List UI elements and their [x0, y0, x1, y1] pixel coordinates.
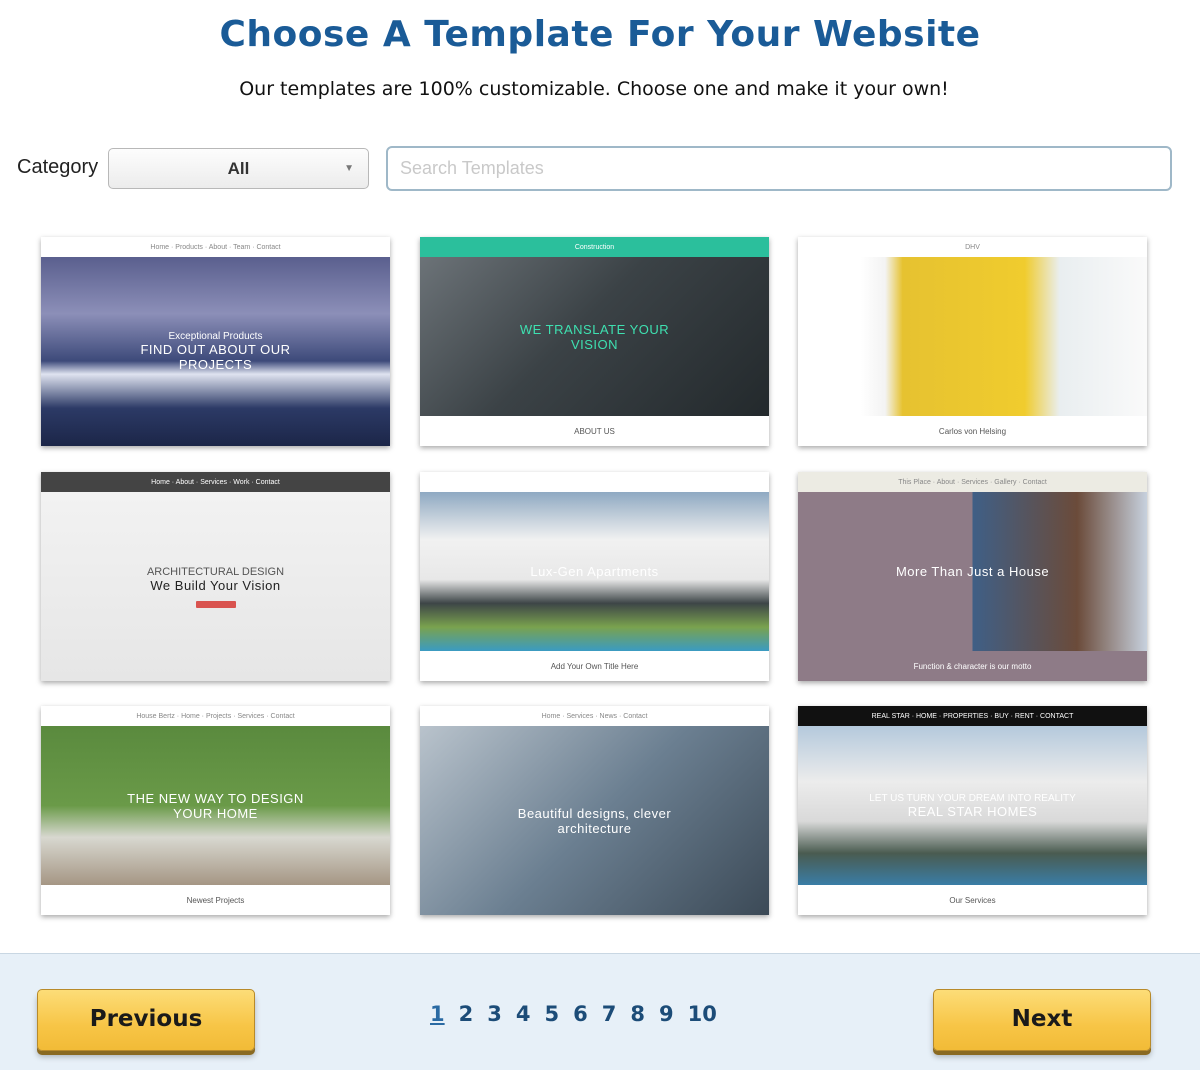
template-cta [195, 600, 236, 608]
template-nav-text: This Place · About · Services · Gallery … [898, 478, 1047, 486]
search-input[interactable] [386, 146, 1172, 191]
template-heading: FIND OUT ABOUT OUR PROJECTS [140, 342, 291, 372]
template-card[interactable]: Home · Services · News · Contact Beautif… [420, 706, 769, 915]
template-nav-text: Home · Products · About · Team · Contact [150, 243, 281, 251]
category-value: All [227, 159, 250, 178]
chevron-down-icon: ▼ [344, 163, 354, 174]
template-footer-text: ABOUT US [420, 416, 769, 446]
template-heading: WE TRANSLATE YOUR VISION [519, 321, 670, 352]
pagination-bar: Previous 1 2 3 4 5 6 7 8 9 10 Next [0, 953, 1200, 1070]
template-preview: LET US TURN YOUR DREAM INTO REALITY REAL… [798, 726, 1147, 885]
template-nav: Home · Products · About · Team · Contact [41, 237, 390, 257]
template-footer-text: Our Services [798, 885, 1147, 915]
template-heading: THE NEW WAY TO DESIGN YOUR HOME [127, 790, 304, 821]
template-card[interactable]: Construction WE TRANSLATE YOUR VISION AB… [420, 237, 769, 446]
template-preview: More Than Just a House [798, 492, 1147, 651]
page-link[interactable]: 7 [602, 1002, 617, 1026]
category-select[interactable]: All ▼ [108, 148, 369, 189]
template-card[interactable]: Home · About · Services · Work · Contact… [41, 472, 390, 681]
template-nav: House Bertz · Home · Projects · Services… [41, 706, 390, 726]
page-title: Choose A Template For Your Website [219, 14, 981, 55]
template-nav: Construction [420, 237, 769, 257]
previous-button[interactable]: Previous [37, 989, 255, 1051]
template-preview: WE TRANSLATE YOUR VISION [420, 257, 769, 416]
template-nav: REAL STAR · HOME · PROPERTIES · BUY · RE… [798, 706, 1147, 726]
template-preview [798, 257, 1147, 416]
template-heading: REAL STAR HOMES [907, 803, 1038, 819]
template-footer-text: Carlos von Helsing [798, 416, 1147, 446]
page-numbers: 1 2 3 4 5 6 7 8 9 10 [430, 1002, 717, 1026]
template-preview: THE NEW WAY TO DESIGN YOUR HOME [41, 726, 390, 885]
template-card[interactable]: REAL STAR · HOME · PROPERTIES · BUY · RE… [798, 706, 1147, 915]
template-nav-text: House Bertz · Home · Projects · Services… [136, 712, 295, 720]
template-nav: This Place · About · Services · Gallery … [798, 472, 1147, 492]
template-nav: DHV [798, 237, 1147, 257]
template-nav: Home · Services · News · Contact [420, 706, 769, 726]
page-link[interactable]: 1 [430, 1002, 445, 1026]
template-preview: Beautiful designs, clever architecture [420, 726, 769, 915]
template-subheading: LET US TURN YOUR DREAM INTO REALITY [869, 792, 1076, 804]
template-heading: We Build Your Vision [150, 577, 281, 593]
template-footer-text: Newest Projects [41, 885, 390, 915]
template-heading: Beautiful designs, clever architecture [517, 805, 672, 836]
page-link[interactable]: 9 [659, 1002, 674, 1026]
template-heading: More Than Just a House [895, 564, 1050, 579]
template-footer-text: Function & character is our motto [798, 651, 1147, 681]
category-label: Category [17, 156, 99, 178]
template-preview: Lux-Gen Apartments [420, 492, 769, 651]
next-button[interactable]: Next [933, 989, 1151, 1051]
page-link[interactable]: 10 [688, 1002, 717, 1026]
template-footer-text: Add Your Own Title Here [420, 651, 769, 681]
template-subheading: Exceptional Products [168, 331, 263, 342]
page-link[interactable]: 8 [630, 1002, 645, 1026]
template-nav-text: Home · Services · News · Contact [541, 712, 648, 720]
page-link[interactable]: 2 [459, 1002, 474, 1026]
page-subtitle: Our templates are 100% customizable. Cho… [239, 78, 949, 100]
template-nav-text: REAL STAR · HOME · PROPERTIES · BUY · RE… [871, 712, 1074, 720]
template-heading: Lux-Gen Apartments [530, 564, 659, 579]
template-card[interactable]: This Place · About · Services · Gallery … [798, 472, 1147, 681]
page-link[interactable]: 6 [573, 1002, 588, 1026]
template-nav [420, 472, 769, 492]
template-card[interactable]: House Bertz · Home · Projects · Services… [41, 706, 390, 915]
template-subheading: ARCHITECTURAL DESIGN [146, 565, 285, 578]
template-card[interactable]: Lux-Gen Apartments Add Your Own Title He… [420, 472, 769, 681]
template-preview: ARCHITECTURAL DESIGN We Build Your Visio… [41, 492, 390, 681]
template-card[interactable]: DHV Carlos von Helsing [798, 237, 1147, 446]
template-preview: Exceptional Products FIND OUT ABOUT OUR … [41, 257, 390, 446]
page-link[interactable]: 3 [487, 1002, 502, 1026]
template-nav-text: Construction [574, 243, 615, 251]
template-card[interactable]: Home · Products · About · Team · Contact… [41, 237, 390, 446]
page-link[interactable]: 5 [545, 1002, 560, 1026]
template-nav-text: DHV [965, 243, 980, 251]
template-nav: Home · About · Services · Work · Contact [41, 472, 390, 492]
template-nav-text: Home · About · Services · Work · Contact [151, 478, 280, 486]
page-link[interactable]: 4 [516, 1002, 531, 1026]
